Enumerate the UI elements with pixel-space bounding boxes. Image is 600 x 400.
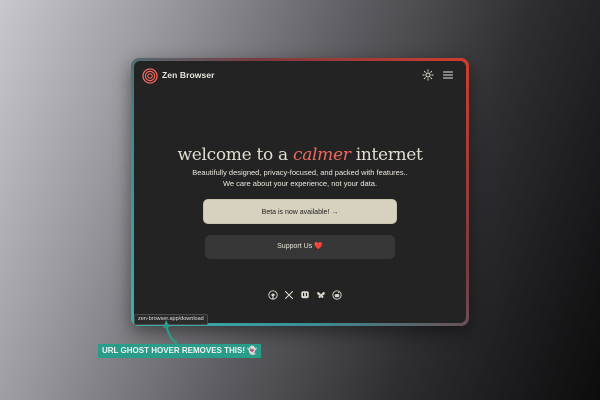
top-bar: Zen Browser — [134, 61, 466, 91]
annotation-banner: URL GHOST HOVER REMOVES THIS! 👻 — [98, 344, 262, 358]
bluesky-icon[interactable] — [316, 290, 326, 300]
zen-logo-icon[interactable] — [142, 68, 158, 84]
hamburger-menu-icon[interactable] — [442, 69, 454, 81]
social-links — [268, 290, 342, 300]
github-icon[interactable] — [268, 290, 278, 300]
arrow-right-icon: → — [331, 209, 339, 216]
hero-title: welcome to a calmer internet — [134, 145, 466, 165]
browser-window: Zen Browser welcome to a calmer internet… — [134, 61, 466, 323]
sun-icon[interactable] — [422, 69, 434, 81]
beta-button-label: Beta is now available! — [261, 209, 330, 216]
reddit-icon[interactable] — [332, 290, 342, 300]
hero-subtitle-line-2: We care about your experience, not your … — [222, 179, 378, 188]
hero-title-end: internet — [355, 145, 423, 165]
mastodon-icon[interactable] — [300, 290, 310, 300]
hero-subtitle-line-1: Beautifully designed, privacy-focused, a… — [192, 168, 408, 177]
support-us-button[interactable]: Support Us ❤️ — [205, 235, 395, 259]
hero-title-accent: calmer — [292, 145, 351, 165]
status-url-tooltip: zen-browser.app/download — [134, 314, 208, 325]
support-button-label: Support Us — [277, 243, 313, 250]
beta-download-button[interactable]: Beta is now available! → — [203, 199, 397, 224]
x-icon[interactable] — [284, 290, 294, 300]
brand-name[interactable]: Zen Browser — [162, 70, 215, 80]
heart-icon: ❤️ — [314, 243, 323, 250]
hero-title-start: welcome to a — [177, 145, 288, 165]
